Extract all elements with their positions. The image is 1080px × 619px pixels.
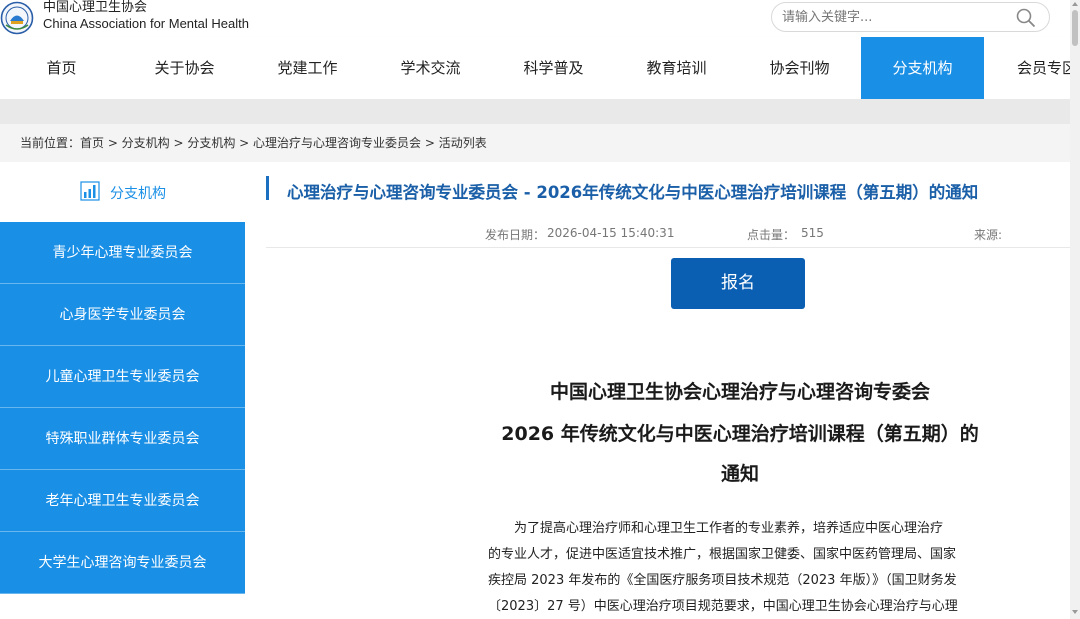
scroll-down-arrow-icon[interactable] [1072, 610, 1078, 614]
document-title-line-2: 2026 年传统文化与中医心理治疗培训课程（第五期）的 [501, 423, 979, 445]
association-logo[interactable] [0, 1, 34, 35]
nav-item-party[interactable]: 党建工作 [246, 37, 369, 99]
publish-date: 2026-04-15 15:40:31 [547, 226, 675, 240]
sidebar-item-youth[interactable]: 青少年心理专业委员会 [0, 222, 245, 284]
source-label: 来源: [974, 228, 1003, 242]
document-title-line-1: 中国心理卫生协会心理治疗与心理咨询专委会 [549, 381, 930, 403]
nav-item-home[interactable]: 首页 [0, 37, 123, 99]
search-box [771, 2, 1050, 32]
body-line-1: 为了提高心理治疗师和心理卫生工作者的专业素养，培养适应中医心理治疗 [514, 521, 944, 536]
document-title-line-3: 通知 [720, 463, 759, 485]
org-name-en: China Association for Mental Health [43, 16, 249, 31]
breadcrumb[interactable]: 当前位置：首页 > 分支机构 > 分支机构 > 心理治疗与心理咨询专业委员会 >… [20, 134, 487, 151]
sidebar-list: 青少年心理专业委员会 心身医学专业委员会 儿童心理卫生专业委员会 特殊职业群体专… [0, 222, 245, 594]
header-gap [0, 99, 1070, 124]
body-line-2: 的专业人才，促进中医适宜技术推广，根据国家卫健委、国家中医药管理局、国家 [488, 547, 957, 562]
click-count: 515 [801, 226, 824, 240]
site-header: 中国心理卫生协会 China Association for Mental He… [0, 0, 1070, 37]
sidebar-heading-label: 分支机构 [110, 186, 166, 202]
nav-item-members[interactable]: 会员专区 [984, 37, 1070, 99]
nav-item-science[interactable]: 科学普及 [492, 37, 615, 99]
title-accent-bar [266, 176, 269, 200]
nav-item-training[interactable]: 教育培训 [615, 37, 738, 99]
sidebar-item-children[interactable]: 儿童心理卫生专业委员会 [0, 346, 245, 408]
sidebar-item-elderly[interactable]: 老年心理卫生专业委员会 [0, 470, 245, 532]
body-line-4: 〔2023〕27 号）中医心理治疗项目规范要求，中国心理卫生协会心理治疗与心理 [488, 599, 958, 614]
scrollbar-thumb[interactable] [1072, 10, 1078, 46]
nav-item-academic[interactable]: 学术交流 [369, 37, 492, 99]
sidebar-item-psychosomatic[interactable]: 心身医学专业委员会 [0, 284, 245, 346]
page-title: 心理治疗与心理咨询专业委员会 - 2026年传统文化与中医心理治疗培训课程（第五… [287, 183, 979, 202]
click-count-label: 点击量： [747, 228, 796, 242]
nav-item-publications[interactable]: 协会刊物 [738, 37, 861, 99]
nav-item-about[interactable]: 关于协会 [123, 37, 246, 99]
search-input[interactable] [782, 7, 1002, 27]
meta-divider [266, 247, 1070, 248]
publish-date-label: 发布日期： [485, 228, 546, 242]
bar-chart-icon [80, 181, 100, 201]
page: 中国心理卫生协会 China Association for Mental He… [0, 0, 1080, 619]
body-line-3: 疾控局 2023 年发布的《全国医疗服务项目技术规范（2023 年版）》（国卫财… [488, 573, 957, 588]
signup-button[interactable]: 报名 [671, 258, 805, 309]
nav-item-branches[interactable]: 分支机构 [861, 37, 984, 99]
org-name-cn: 中国心理卫生协会 [43, 0, 148, 15]
sidebar-item-university[interactable]: 大学生心理咨询专业委员会 [0, 532, 245, 594]
main-nav: 首页 关于协会 党建工作 学术交流 科学普及 教育培训 协会刊物 分支机构 会员… [0, 37, 1070, 99]
scroll-up-arrow-icon[interactable] [1072, 2, 1078, 6]
search-icon[interactable] [1015, 7, 1037, 29]
page-scrollbar[interactable] [1070, 0, 1080, 619]
sidebar-item-special-occupations[interactable]: 特殊职业群体专业委员会 [0, 408, 245, 470]
